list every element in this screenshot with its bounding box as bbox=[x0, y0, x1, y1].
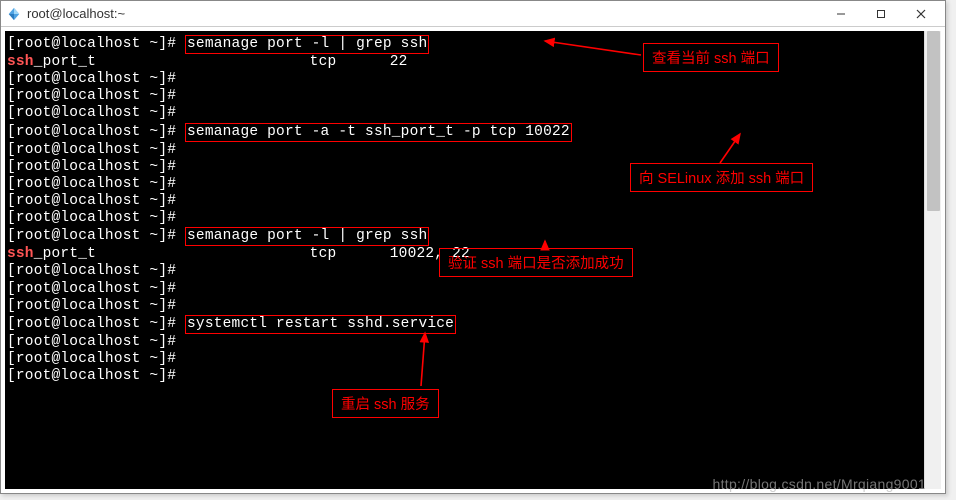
annotation-label: 重启 ssh 服务 bbox=[332, 389, 439, 418]
prompt-line: [root@localhost ~]# semanage port -l | g… bbox=[7, 35, 941, 54]
annotation-label: 查看当前 ssh 端口 bbox=[643, 43, 779, 72]
annotation-label: 向 SELinux 添加 ssh 端口 bbox=[630, 163, 813, 192]
window-controls bbox=[821, 2, 941, 26]
prompt-line: [root@localhost ~]# semanage port -a -t … bbox=[7, 123, 941, 142]
maximize-button[interactable] bbox=[861, 2, 901, 26]
prompt-line: [root@localhost ~]# semanage port -l | g… bbox=[7, 227, 941, 246]
app-icon bbox=[7, 7, 21, 21]
titlebar: root@localhost:~ bbox=[1, 1, 945, 27]
terminal-window: root@localhost:~ [root@localhost ~]# sem… bbox=[0, 0, 946, 494]
command-highlight: systemctl restart sshd.service bbox=[185, 315, 456, 334]
prompt-line: [root@localhost ~]# bbox=[7, 298, 941, 315]
prompt-line: [root@localhost ~]# bbox=[7, 193, 941, 210]
prompt-line: [root@localhost ~]# bbox=[7, 334, 941, 351]
scrollbar-thumb[interactable] bbox=[927, 31, 940, 211]
command-highlight: semanage port -a -t ssh_port_t -p tcp 10… bbox=[185, 123, 572, 142]
prompt-line: [root@localhost ~]# bbox=[7, 210, 941, 227]
prompt-line: [root@localhost ~]# bbox=[7, 105, 941, 122]
prompt-line: [root@localhost ~]# bbox=[7, 71, 941, 88]
command-highlight: semanage port -l | grep ssh bbox=[185, 227, 429, 246]
prompt-line: [root@localhost ~]# bbox=[7, 281, 941, 298]
output-line: ssh_port_t tcp 22 bbox=[7, 54, 941, 71]
prompt-line: [root@localhost ~]# bbox=[7, 142, 941, 159]
window-title: root@localhost:~ bbox=[27, 6, 821, 21]
prompt-line: [root@localhost ~]# bbox=[7, 351, 941, 368]
terminal-area[interactable]: [root@localhost ~]# semanage port -l | g… bbox=[5, 31, 941, 489]
prompt-line: [root@localhost ~]# systemctl restart ss… bbox=[7, 315, 941, 334]
command-highlight: semanage port -l | grep ssh bbox=[185, 35, 429, 54]
annotation-label: 验证 ssh 端口是否添加成功 bbox=[439, 248, 633, 277]
prompt-line: [root@localhost ~]# bbox=[7, 368, 941, 385]
minimize-button[interactable] bbox=[821, 2, 861, 26]
scrollbar[interactable] bbox=[924, 31, 941, 489]
prompt-line: [root@localhost ~]# bbox=[7, 88, 941, 105]
watermark: http://blog.csdn.net/Mrqiang9001 bbox=[712, 476, 926, 492]
close-button[interactable] bbox=[901, 2, 941, 26]
